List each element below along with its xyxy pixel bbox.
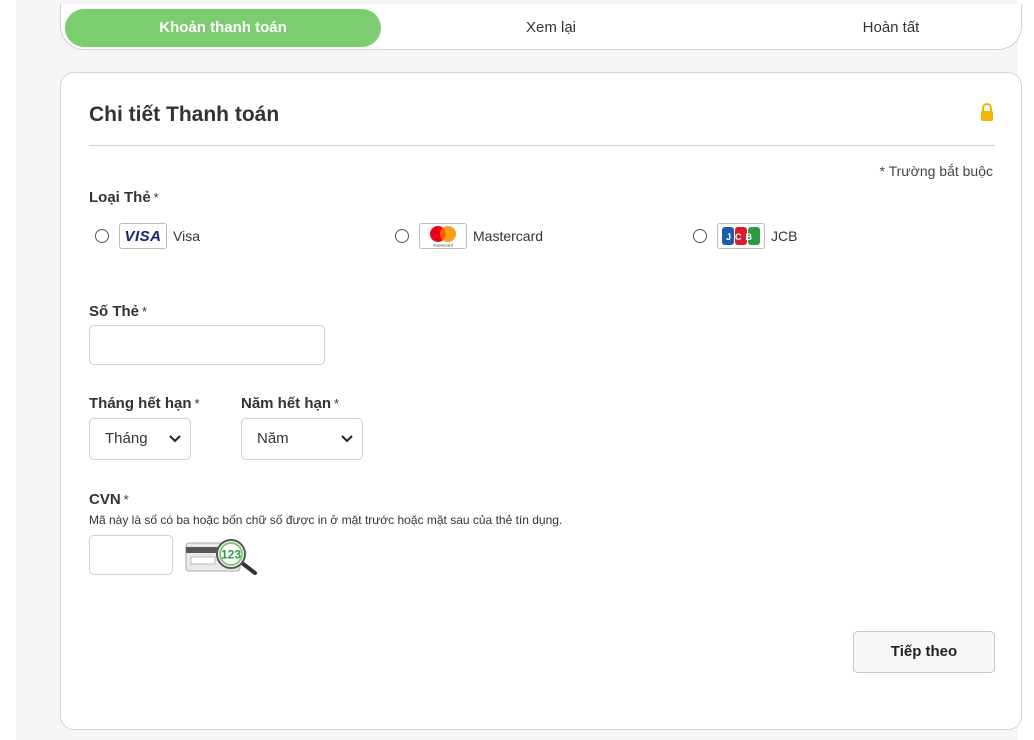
required-star: *	[194, 396, 200, 411]
visa-logo: VISA	[119, 223, 167, 249]
chevron-down-icon	[169, 435, 181, 443]
visa-logo-text: VISA	[124, 227, 162, 245]
step-payment: Khoản thanh toán	[65, 9, 381, 47]
expiry-year-value: Năm	[257, 430, 289, 447]
card-number-label-text: Số Thẻ	[89, 303, 140, 320]
card-type-label-text: Loại Thẻ	[89, 189, 151, 206]
mastercard-logo-text: mastercard	[433, 243, 453, 248]
mastercard-label: Mastercard	[473, 228, 544, 244]
jcb-logo-text: JCB	[726, 232, 756, 242]
expiry-month-value: Tháng	[105, 430, 148, 447]
jcb-label: JCB	[771, 228, 798, 244]
required-star: *	[123, 492, 129, 507]
expiry-year-select[interactable]: Năm	[241, 418, 363, 460]
card-type-option-jcb[interactable]: JCB JCB	[693, 221, 797, 251]
mastercard-logo-icon: mastercard	[430, 226, 456, 248]
expiry-month-label-text: Tháng hết hạn	[89, 395, 192, 412]
expiry-year-label: Năm hết hạn *	[241, 395, 339, 412]
jcb-logo-icon: JCB	[722, 227, 760, 245]
card-number-label: Số Thẻ *	[89, 303, 147, 320]
expiry-year-label-text: Năm hết hạn	[241, 395, 332, 412]
next-button[interactable]: Tiếp theo	[853, 631, 995, 673]
chevron-down-icon	[341, 435, 353, 443]
lock-icon	[981, 103, 993, 121]
card-type-option-mastercard[interactable]: mastercard Mastercard	[395, 221, 543, 251]
cvn-card-magnifier-icon: 123	[185, 539, 257, 575]
title-divider	[89, 145, 995, 146]
checkout-stepper: Khoản thanh toán Xem lại Hoàn tất	[60, 4, 1022, 50]
visa-label: Visa	[173, 228, 200, 244]
cvn-label: CVN *	[89, 491, 129, 508]
card-type-option-visa[interactable]: VISA Visa	[95, 221, 200, 251]
required-star: *	[334, 396, 340, 411]
step-complete: Hoàn tất	[862, 19, 920, 36]
required-note: * Trường bắt buộc	[879, 163, 993, 179]
mastercard-logo: mastercard	[419, 223, 467, 249]
expiry-month-label: Tháng hết hạn *	[89, 395, 200, 412]
jcb-radio[interactable]	[693, 229, 707, 243]
page-left-margin	[0, 0, 16, 740]
visa-radio[interactable]	[95, 229, 109, 243]
required-star: *	[142, 304, 148, 319]
jcb-logo: JCB	[717, 223, 765, 249]
card-title: Chi tiết Thanh toán	[89, 103, 280, 126]
cvn-icon-digits: 123	[221, 548, 241, 562]
cvn-input[interactable]	[89, 535, 173, 575]
cvn-label-text: CVN	[89, 491, 121, 508]
required-star: *	[153, 190, 159, 205]
card-number-input[interactable]	[89, 325, 325, 365]
mastercard-radio[interactable]	[395, 229, 409, 243]
step-review: Xem lại	[525, 19, 577, 36]
expiry-month-select[interactable]: Tháng	[89, 418, 191, 460]
card-type-label: Loại Thẻ *	[89, 189, 159, 206]
payment-details-card: Chi tiết Thanh toán * Trường bắt buộc Lo…	[60, 72, 1022, 730]
cvn-help-text: Mã này là số có ba hoặc bốn chữ số được …	[89, 513, 563, 527]
